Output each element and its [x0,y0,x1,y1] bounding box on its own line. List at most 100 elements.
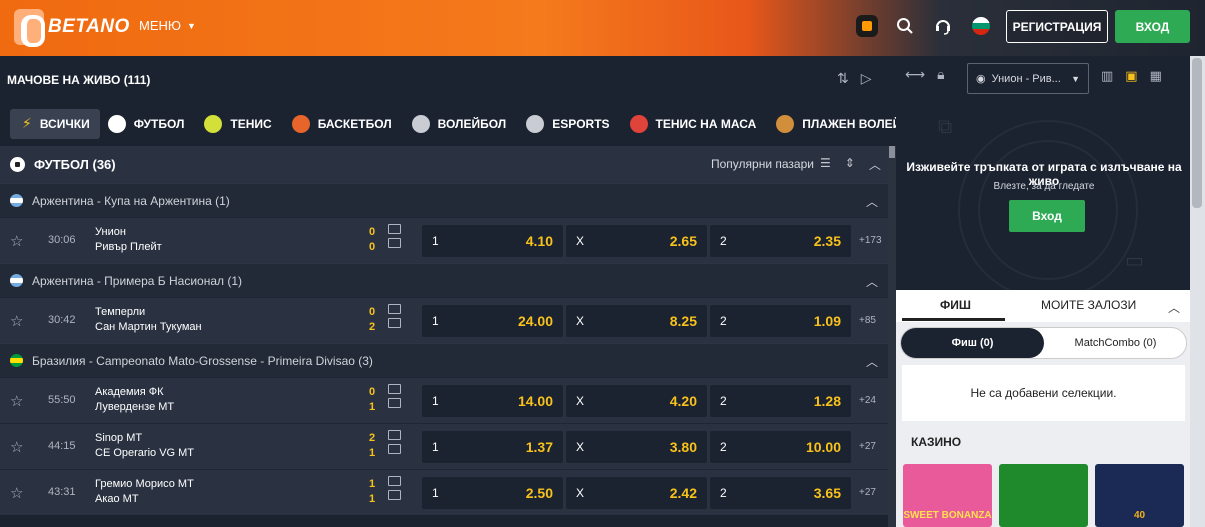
pill-slip[interactable]: Фиш (0) [901,328,1044,358]
odds-button[interactable]: 2 3.65 [710,477,851,509]
league-title: Бразилия - Campeonato Mato-Grossense - P… [32,353,373,368]
stats-icon[interactable] [388,444,401,454]
popular-markets-label[interactable]: Популярни пазари [711,157,814,171]
favorite-star-icon[interactable]: ☆ [10,438,23,456]
odds-button[interactable]: X 8.25 [566,305,707,337]
stream-login-button[interactable]: Вход [1009,200,1085,232]
live-stream-icon[interactable] [388,476,401,486]
odds-button[interactable]: X 2.65 [566,225,707,257]
live-stream-icon[interactable] [388,304,401,314]
list-icon[interactable]: ☰ [820,156,831,173]
page-scrollbar[interactable] [1190,56,1205,527]
tab-sport[interactable]: ВОЛЕЙБОЛ [404,109,519,139]
favorite-star-icon[interactable]: ☆ [10,392,23,410]
odds-button[interactable]: 1 1.37 [422,431,563,463]
tab-sport[interactable]: ESPORTS [518,109,621,139]
stats-icon[interactable] [388,238,401,248]
more-markets[interactable]: +27 [859,487,876,498]
stats-icon[interactable] [388,490,401,500]
tab-sport[interactable]: ⚡ ВСИЧКИ [10,109,100,139]
menu-button[interactable]: МЕНЮ ▼ [139,18,196,33]
page-scrollbar-thumb[interactable] [1192,58,1202,208]
video-icon[interactable]: ▷ [861,70,872,87]
stats-icon[interactable] [388,318,401,328]
chevron-up-icon[interactable]: ︿ [869,156,881,173]
teams[interactable]: Sinop MT CE Operario VG MT [95,431,194,461]
language-button[interactable] [969,14,993,38]
teams[interactable]: Темперли Сан Мартин Тукуман [95,305,202,335]
tab-sport[interactable]: ТЕНИС НА МАСА [622,109,769,139]
more-markets[interactable]: +24 [859,395,876,406]
scoreboard-icon[interactable]: ▦ [1150,68,1162,84]
live-stream-icon[interactable] [388,384,401,394]
odds-button[interactable]: X 4.20 [566,385,707,417]
league-header[interactable]: Бразилия - Campeonato Mato-Grossense - P… [0,343,888,377]
stats-icon[interactable] [388,398,401,408]
chevron-up-icon[interactable]: ︿ [866,193,878,210]
live-video-icon[interactable]: ▣ [1125,68,1137,84]
lock-icon[interactable]: 🔒︎ [937,66,944,83]
favorite-star-icon[interactable]: ☆ [10,312,23,330]
search-button[interactable] [893,14,917,38]
favorite-star-icon[interactable]: ☆ [10,484,23,502]
stats-icon[interactable]: ▥ [1101,68,1113,84]
collapse-all-icon[interactable]: ⇕ [845,156,855,173]
teams[interactable]: Академия ФК Лувердензе МТ [95,385,174,415]
more-markets[interactable]: +173 [859,235,882,246]
event-row[interactable]: ☆ 43:31 Гремио Морисо МТ Акао МТ 1 1 1 2.50 X 2.4… [0,469,888,515]
help-button[interactable] [931,14,955,38]
active-tab-indicator [902,318,1005,321]
odds-button[interactable]: 2 10.00 [710,431,851,463]
event-row[interactable]: ☆ 30:06 Унион Ривър Плейт 0 0 1 4.10 X 2.65 2 2.35 +… [0,217,888,263]
sort-icon[interactable]: ⇅ [837,70,849,87]
main-scrollbar[interactable] [888,146,896,527]
more-markets[interactable]: +85 [859,315,876,326]
tab-sport[interactable]: ПЛАЖЕН ВОЛЕЙБОЛ [768,109,896,139]
tab-sport[interactable]: БАСКЕТБОЛ [284,109,404,139]
teams[interactable]: Гремио Морисо МТ Акао МТ [95,477,194,507]
tab-betslip[interactable]: ФИШ [940,298,971,312]
odds-button[interactable]: 1 4.10 [422,225,563,257]
tab-sport[interactable]: ФУТБОЛ [100,109,197,139]
chevron-up-icon[interactable]: ︿ [1168,299,1180,316]
pill-matchcombo[interactable]: MatchCombo (0) [1044,328,1187,358]
odds-button[interactable]: 1 14.00 [422,385,563,417]
odds-button[interactable]: 2 2.35 [710,225,851,257]
promo-button[interactable] [855,14,879,38]
event-row[interactable]: ☆ 55:50 Академия ФК Лувердензе МТ 0 1 1 14.00 X 4… [0,377,888,423]
odds-button[interactable]: 2 1.09 [710,305,851,337]
more-markets[interactable]: +27 [859,441,876,452]
casino-game-tile[interactable]: SWEET BONANZA [903,464,992,527]
odds-label: 1 [432,234,439,248]
event-row[interactable]: ☆ 44:15 Sinop MT CE Operario VG MT 2 1 1 1.37 X 3… [0,423,888,469]
chevron-up-icon[interactable]: ︿ [866,273,878,290]
casino-game-tile[interactable]: 40 [1095,464,1184,527]
odds-button[interactable]: 1 24.00 [422,305,563,337]
sport-section-header[interactable]: ФУТБОЛ (36) Популярни пазари ☰ ⇕ ︿ [0,146,888,183]
league-header[interactable]: Аржентина - Примера Б Насионал (1) ︿ [0,263,888,297]
betano-logo[interactable]: BETANO [14,9,130,47]
odds-button[interactable]: 2 1.28 [710,385,851,417]
event-row[interactable]: ☆ 30:42 Темперли Сан Мартин Тукуман 0 2 1 24.00… [0,297,888,343]
odds-button[interactable]: 1 2.50 [422,477,563,509]
league-header[interactable]: Аржентина - Купа на Аржентина (1) ︿ [0,183,888,217]
live-stream-icon[interactable] [388,224,401,234]
match-select[interactable]: ◉ Унион - Рив... ▼ [967,63,1089,94]
home-score: 0 [369,226,376,238]
odds-value: 10.00 [805,439,841,455]
teams[interactable]: Унион Ривър Плейт [95,225,162,255]
main-scrollbar-thumb[interactable] [889,146,895,158]
tab-my-bets[interactable]: МОИТЕ ЗАЛОЗИ [1041,298,1136,312]
odds-button[interactable]: X 3.80 [566,431,707,463]
favorite-star-icon[interactable]: ☆ [10,232,23,250]
expand-icon[interactable]: ⟷ [905,66,925,83]
casino-game-tile[interactable] [999,464,1088,527]
login-button[interactable]: ВХОД [1115,10,1190,43]
tab-sport[interactable]: ТЕНИС [196,109,283,139]
odds-button[interactable]: X 2.42 [566,477,707,509]
live-stream-icon[interactable] [388,430,401,440]
beach-volleyball-icon [776,115,795,133]
chevron-up-icon[interactable]: ︿ [866,353,878,370]
home-score: 0 [369,386,376,398]
register-button[interactable]: РЕГИСТРАЦИЯ [1006,10,1108,43]
